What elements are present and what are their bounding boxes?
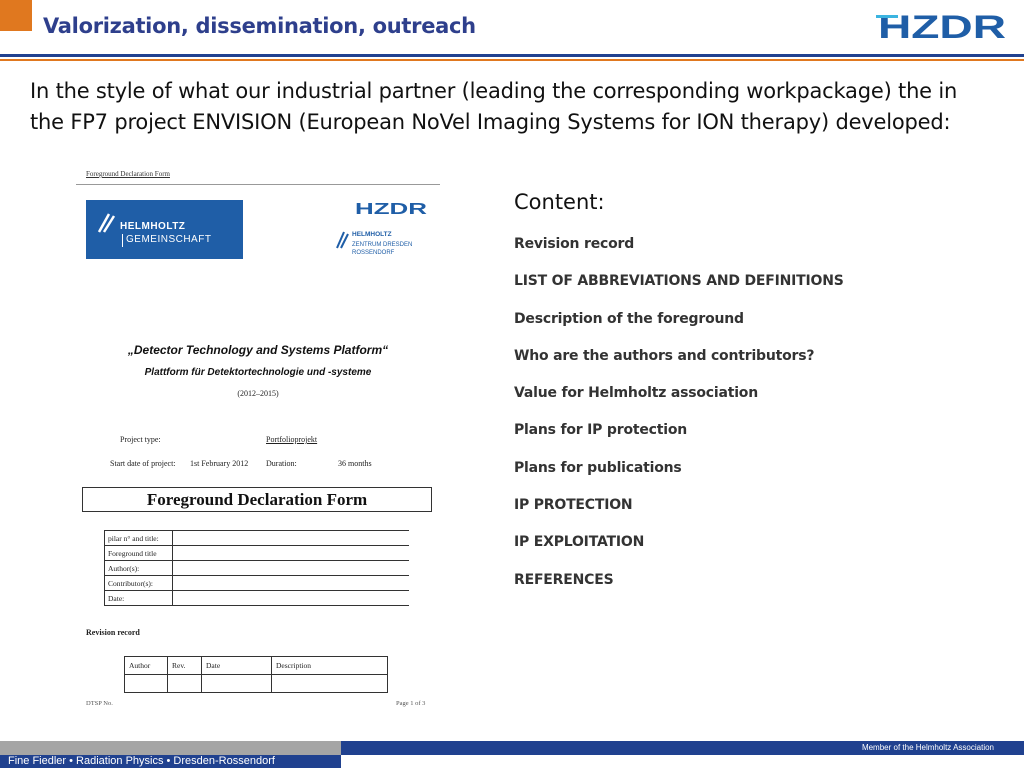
hzdr-center-label: ZENTRUM DRESDEN ROSSENDORF	[352, 241, 412, 257]
hzdr-center-logo: HELMHOLTZ ZENTRUM DRESDEN ROSSENDORF	[336, 226, 436, 262]
table-row: pilar n° and title:	[104, 530, 409, 546]
form-hzdr-logo: HZDR	[355, 201, 428, 215]
table-header-row: Author Rev. Date Description	[124, 656, 388, 675]
revision-record-label: Revision record	[86, 628, 140, 637]
form-thumbnail: Foreground Declaration Form HELMHOLTZ GE…	[76, 160, 446, 720]
table-row: Date:	[104, 590, 409, 606]
list-item: Description of the foreground	[514, 310, 744, 327]
header-rule-orange	[0, 59, 1024, 61]
helmholtz-gemeinschaft-logo: HELMHOLTZ GEMEINSCHAFT	[86, 200, 243, 259]
duration-label: Duration:	[266, 459, 297, 468]
footer-author-text: Fine Fiedler • Radiation Physics • Dresd…	[8, 755, 275, 767]
intro-text: In the style of what our industrial part…	[30, 79, 958, 134]
form-footer-right: Page 1 of 3	[396, 700, 426, 707]
helmholtz-lines-icon	[97, 213, 116, 233]
form-footer-left: DTSP No.	[86, 700, 113, 707]
project-years: (2012–2015)	[237, 389, 279, 398]
gemeinschaft-label: GEMEINSCHAFT	[126, 234, 212, 245]
info-cell-label: Date:	[104, 590, 173, 606]
header-rule-blue	[0, 54, 1024, 57]
list-item: REFERENCES	[514, 571, 614, 588]
project-type-label: Project type:	[120, 435, 161, 444]
form-hzdr-logo-text: HZDR	[355, 201, 428, 215]
footer-member-text: Member of the Helmholtz Association	[861, 743, 994, 752]
info-cell-value	[172, 590, 409, 606]
list-item: Revision record	[514, 236, 635, 252]
info-cell-label: Foreground title	[104, 545, 173, 561]
revision-col-description: Description	[271, 656, 388, 675]
slide-title: Valorization, dissemination, outreach	[43, 14, 476, 38]
info-cell-label: Contributor(s):	[104, 575, 173, 591]
declaration-title: Foreground Declaration Form	[82, 487, 432, 512]
info-table: pilar n° and title: Foreground title Aut…	[104, 530, 409, 606]
info-cell-label: Author(s):	[104, 560, 173, 576]
hzdr-rossendorf-label: ROSSENDORF	[352, 250, 395, 256]
hzdr-zentrum-label: ZENTRUM DRESDEN	[352, 242, 413, 248]
list-item: Plans for IP protection	[514, 422, 688, 439]
table-row: Contributor(s):	[104, 575, 409, 591]
content-list: Revision record LIST OF ABBREVIATIONS AN…	[514, 236, 844, 609]
project-type-value: Portfolioprojekt	[266, 435, 318, 444]
info-cell-label: pilar n° and title:	[104, 530, 173, 546]
revision-col-author: Author	[124, 656, 168, 675]
start-date-label: Start date of project:	[110, 459, 176, 468]
helmholtz-divider	[122, 234, 123, 247]
revision-cell	[124, 674, 168, 693]
form-header: Foreground Declaration Form	[86, 170, 170, 178]
helmholtz-small-lines-icon	[336, 231, 349, 249]
start-date-value: 1st February 2012	[190, 459, 249, 468]
revision-col-date: Date	[201, 656, 272, 675]
list-item: IP EXPLOITATION	[514, 534, 645, 551]
content-heading: Content:	[514, 190, 605, 214]
revision-cell	[201, 674, 272, 693]
corner-accent	[0, 0, 32, 31]
info-cell-value	[172, 575, 409, 591]
table-row: Foreground title	[104, 545, 409, 561]
info-cell-value	[172, 560, 409, 576]
list-item: IP PROTECTION	[514, 497, 633, 514]
footer-gray-block	[0, 741, 341, 755]
list-item: Plans for publications	[514, 459, 682, 476]
revision-col-rev: Rev.	[167, 656, 202, 675]
hzdr-helmholtz-label: HELMHOLTZ	[352, 231, 392, 238]
revision-table: Author Rev. Date Description	[124, 656, 388, 693]
list-item: LIST OF ABBREVIATIONS AND DEFINITIONS	[514, 273, 844, 290]
helmholtz-label: HELMHOLTZ	[120, 221, 186, 232]
list-item: Value for Helmholtz association	[514, 385, 758, 402]
table-row: Author(s):	[104, 560, 409, 576]
revision-cell	[167, 674, 202, 693]
project-subtitle: Plattform für Detektortechnologie und -s…	[144, 367, 372, 378]
project-title: „Detector Technology and Systems Platfor…	[127, 343, 389, 357]
info-cell-value	[172, 545, 409, 561]
duration-value: 36 months	[338, 459, 372, 468]
list-item: Who are the authors and contributors?	[514, 347, 815, 364]
table-row	[124, 674, 388, 693]
hzdr-logo: HZDR	[876, 12, 1008, 42]
info-cell-value	[172, 530, 409, 546]
revision-cell	[271, 674, 388, 693]
form-header-rule	[76, 184, 440, 185]
